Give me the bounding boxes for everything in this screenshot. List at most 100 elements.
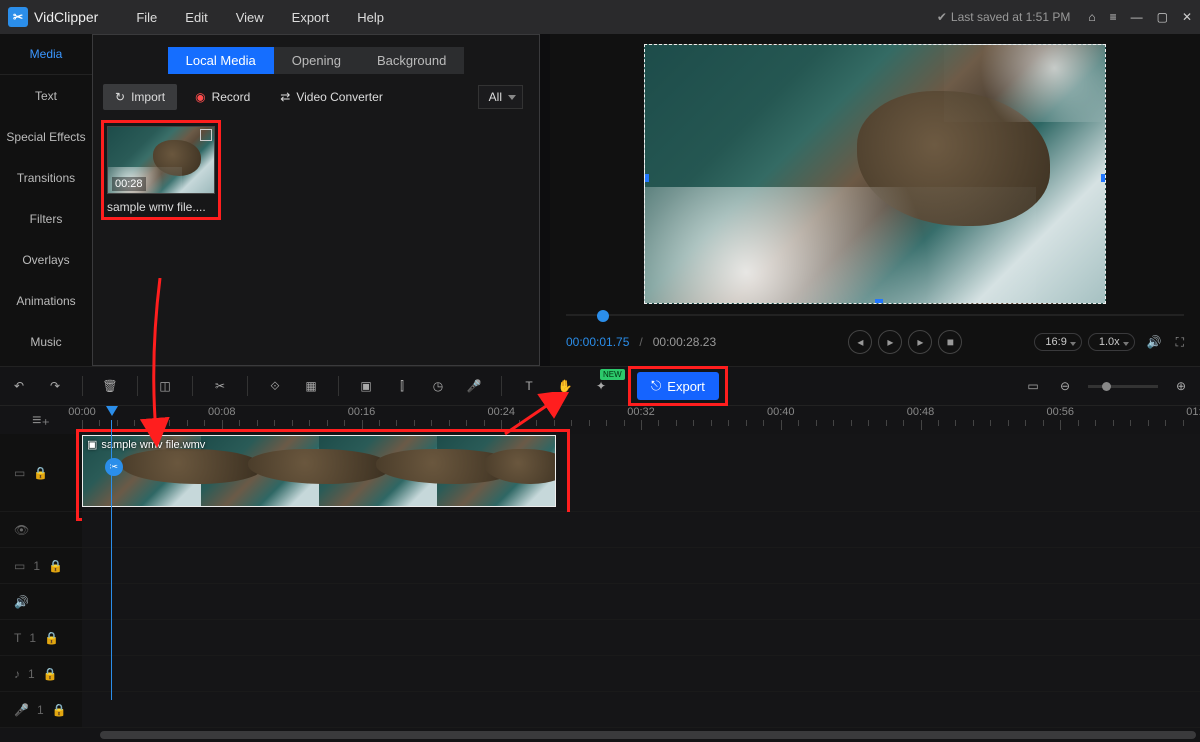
tab-transitions[interactable]: Transitions	[0, 157, 92, 198]
eye-icon[interactable]: 👁	[14, 523, 29, 537]
ruler-label: 00:24	[487, 406, 515, 418]
tab-effects[interactable]: Special Effects	[0, 116, 92, 157]
tab-media[interactable]: Media	[0, 34, 92, 75]
lock-icon[interactable]: 🔒	[43, 667, 58, 681]
check-icon: ✔	[937, 10, 947, 24]
window-minimize-icon[interactable]: —	[1131, 10, 1143, 24]
track-index: 1	[33, 559, 40, 573]
fullscreen-icon[interactable]: ⛶	[1176, 335, 1184, 350]
ruler-label: 00:48	[907, 406, 935, 418]
tab-music[interactable]: Music	[0, 321, 92, 362]
tab-animations[interactable]: Animations	[0, 280, 92, 321]
export-button[interactable]: ⎋ Export	[637, 372, 719, 400]
tab-filters[interactable]: Filters	[0, 198, 92, 239]
title-bar: ✂ VidClipper File Edit View Export Help …	[0, 0, 1200, 34]
zoom-out-icon[interactable]: ⊖	[1056, 379, 1074, 393]
record-label: Record	[212, 90, 251, 104]
overlay-track-a[interactable]	[82, 512, 1200, 547]
timeline-tracks: ▭ 🔒 ▣sample wmv file.wmv ✂ 👁 ▭ 1 🔒 🔊	[0, 434, 1200, 728]
mosaic-icon[interactable]: ▦	[302, 379, 320, 393]
crop-icon[interactable]: ◫	[156, 379, 174, 393]
ruler-label: 00:32	[627, 406, 655, 418]
preview-time-current: 00:00:01.75	[566, 335, 629, 349]
new-badge: NEW	[600, 369, 625, 380]
import-button[interactable]: ↻ Import	[103, 84, 177, 110]
preview-pane: 00:00:01.75 / 00:00:28.23 ◂ ▸ ▸ ■ 16:9 1…	[550, 34, 1200, 366]
track-menu-icon[interactable]: ≡₊	[32, 410, 50, 430]
next-frame-button[interactable]: ▸	[908, 330, 932, 354]
zoom-in-icon[interactable]: ⊕	[1172, 379, 1190, 393]
subtab-opening[interactable]: Opening	[274, 47, 359, 74]
clip-thumbnail: 00:28	[107, 126, 215, 194]
preview-canvas[interactable]	[644, 44, 1106, 304]
media-panel: Local Media Opening Background ↻ Import …	[92, 34, 540, 366]
text-to-speech-icon[interactable]: T	[520, 379, 538, 393]
music-track[interactable]	[82, 656, 1200, 691]
overlay-track[interactable]	[82, 548, 1200, 583]
menu-edit[interactable]: Edit	[171, 10, 221, 25]
video-track[interactable]: ▣sample wmv file.wmv ✂	[82, 434, 1200, 511]
split-icon[interactable]: ✂	[211, 379, 229, 393]
menu-file[interactable]: File	[122, 10, 171, 25]
text-track[interactable]	[82, 620, 1200, 655]
speaker-icon[interactable]: 🔊	[14, 595, 29, 609]
save-status-text: Last saved at 1:51 PM	[951, 10, 1070, 24]
prev-frame-button[interactable]: ◂	[848, 330, 872, 354]
timeline-ruler[interactable]: 00:0000:0800:1600:2400:3200:4000:4800:56…	[82, 406, 1200, 434]
tab-overlays[interactable]: Overlays	[0, 239, 92, 280]
clip-duration: 00:28	[112, 177, 146, 191]
stats-icon[interactable]: ⫿	[393, 379, 411, 394]
converter-button[interactable]: ⇄ Video Converter	[268, 84, 395, 110]
undo-icon[interactable]: ↶	[10, 379, 28, 393]
subtab-local[interactable]: Local Media	[168, 47, 274, 74]
speech-to-text-icon[interactable]: ✋	[556, 379, 574, 393]
ruler-label: 00:56	[1046, 406, 1074, 418]
delete-icon[interactable]: 🗑	[101, 379, 119, 393]
menu-view[interactable]: View	[222, 10, 278, 25]
ruler-label: 00:40	[767, 406, 795, 418]
record-button[interactable]: ◉ Record	[183, 84, 262, 110]
timeline-clip[interactable]: ▣sample wmv file.wmv ✂	[82, 435, 556, 507]
aspect-dropdown[interactable]: 16:9	[1034, 333, 1081, 351]
subtab-background[interactable]: Background	[359, 47, 464, 74]
stop-button[interactable]: ■	[938, 330, 962, 354]
save-status: ✔ Last saved at 1:51 PM	[937, 10, 1070, 24]
window-close-icon[interactable]: ✕	[1182, 10, 1192, 24]
lock-icon[interactable]: 🔒	[52, 703, 67, 717]
clock-icon[interactable]: ◷	[429, 379, 447, 393]
preview-scrubber[interactable]	[566, 308, 1184, 322]
lock-icon[interactable]: 🔒	[48, 559, 63, 573]
media-clip[interactable]: 00:28 sample wmv file....	[101, 120, 221, 220]
ai-tool-icon[interactable]: ✦ NEW	[592, 379, 610, 393]
voice-track-icon: 🎤	[14, 703, 29, 717]
lock-icon[interactable]: 🔒	[44, 631, 59, 645]
text-track-icon: T	[14, 631, 21, 645]
hamburger-icon[interactable]: ≡	[1110, 10, 1117, 24]
trim-icon[interactable]: ⟐	[266, 379, 284, 394]
export-highlight: ⎋ Export	[628, 366, 728, 406]
audio-sub-track[interactable]	[82, 584, 1200, 619]
window-maximize-icon[interactable]: ▢	[1157, 10, 1168, 24]
menu-help[interactable]: Help	[343, 10, 398, 25]
preview-time-total: 00:00:28.23	[653, 335, 716, 349]
voice-track[interactable]	[82, 692, 1200, 727]
lock-icon[interactable]: 🔒	[33, 466, 48, 480]
timeline-toolbar: ↶ ↷ 🗑 ◫ ✂ ⟐ ▦ ▣ ⫿ ◷ 🎤 T ✋ ✦ NEW ⎋ Export…	[0, 366, 1200, 406]
track-index: 1	[29, 631, 36, 645]
zoom-slider[interactable]	[1088, 385, 1158, 388]
ruler-label: 01:04	[1186, 406, 1200, 418]
play-button[interactable]: ▸	[878, 330, 902, 354]
speed-dropdown[interactable]: 1.0x	[1088, 333, 1135, 351]
horizontal-scrollbar[interactable]	[0, 728, 1200, 742]
mic-icon[interactable]: 🎤	[465, 379, 483, 393]
redo-icon[interactable]: ↷	[46, 379, 64, 393]
home-icon[interactable]: ⌂	[1088, 10, 1095, 24]
menu-export[interactable]: Export	[278, 10, 344, 25]
zoom-frame-icon[interactable]: ▣	[357, 379, 375, 393]
scissors-badge-icon: ✂	[105, 458, 123, 476]
volume-icon[interactable]: 🔊	[1147, 335, 1162, 349]
filter-dropdown[interactable]: All	[478, 85, 523, 109]
track-index: 1	[28, 667, 35, 681]
tab-text[interactable]: Text	[0, 75, 92, 116]
snapshot-icon[interactable]: ▭	[1024, 379, 1042, 393]
